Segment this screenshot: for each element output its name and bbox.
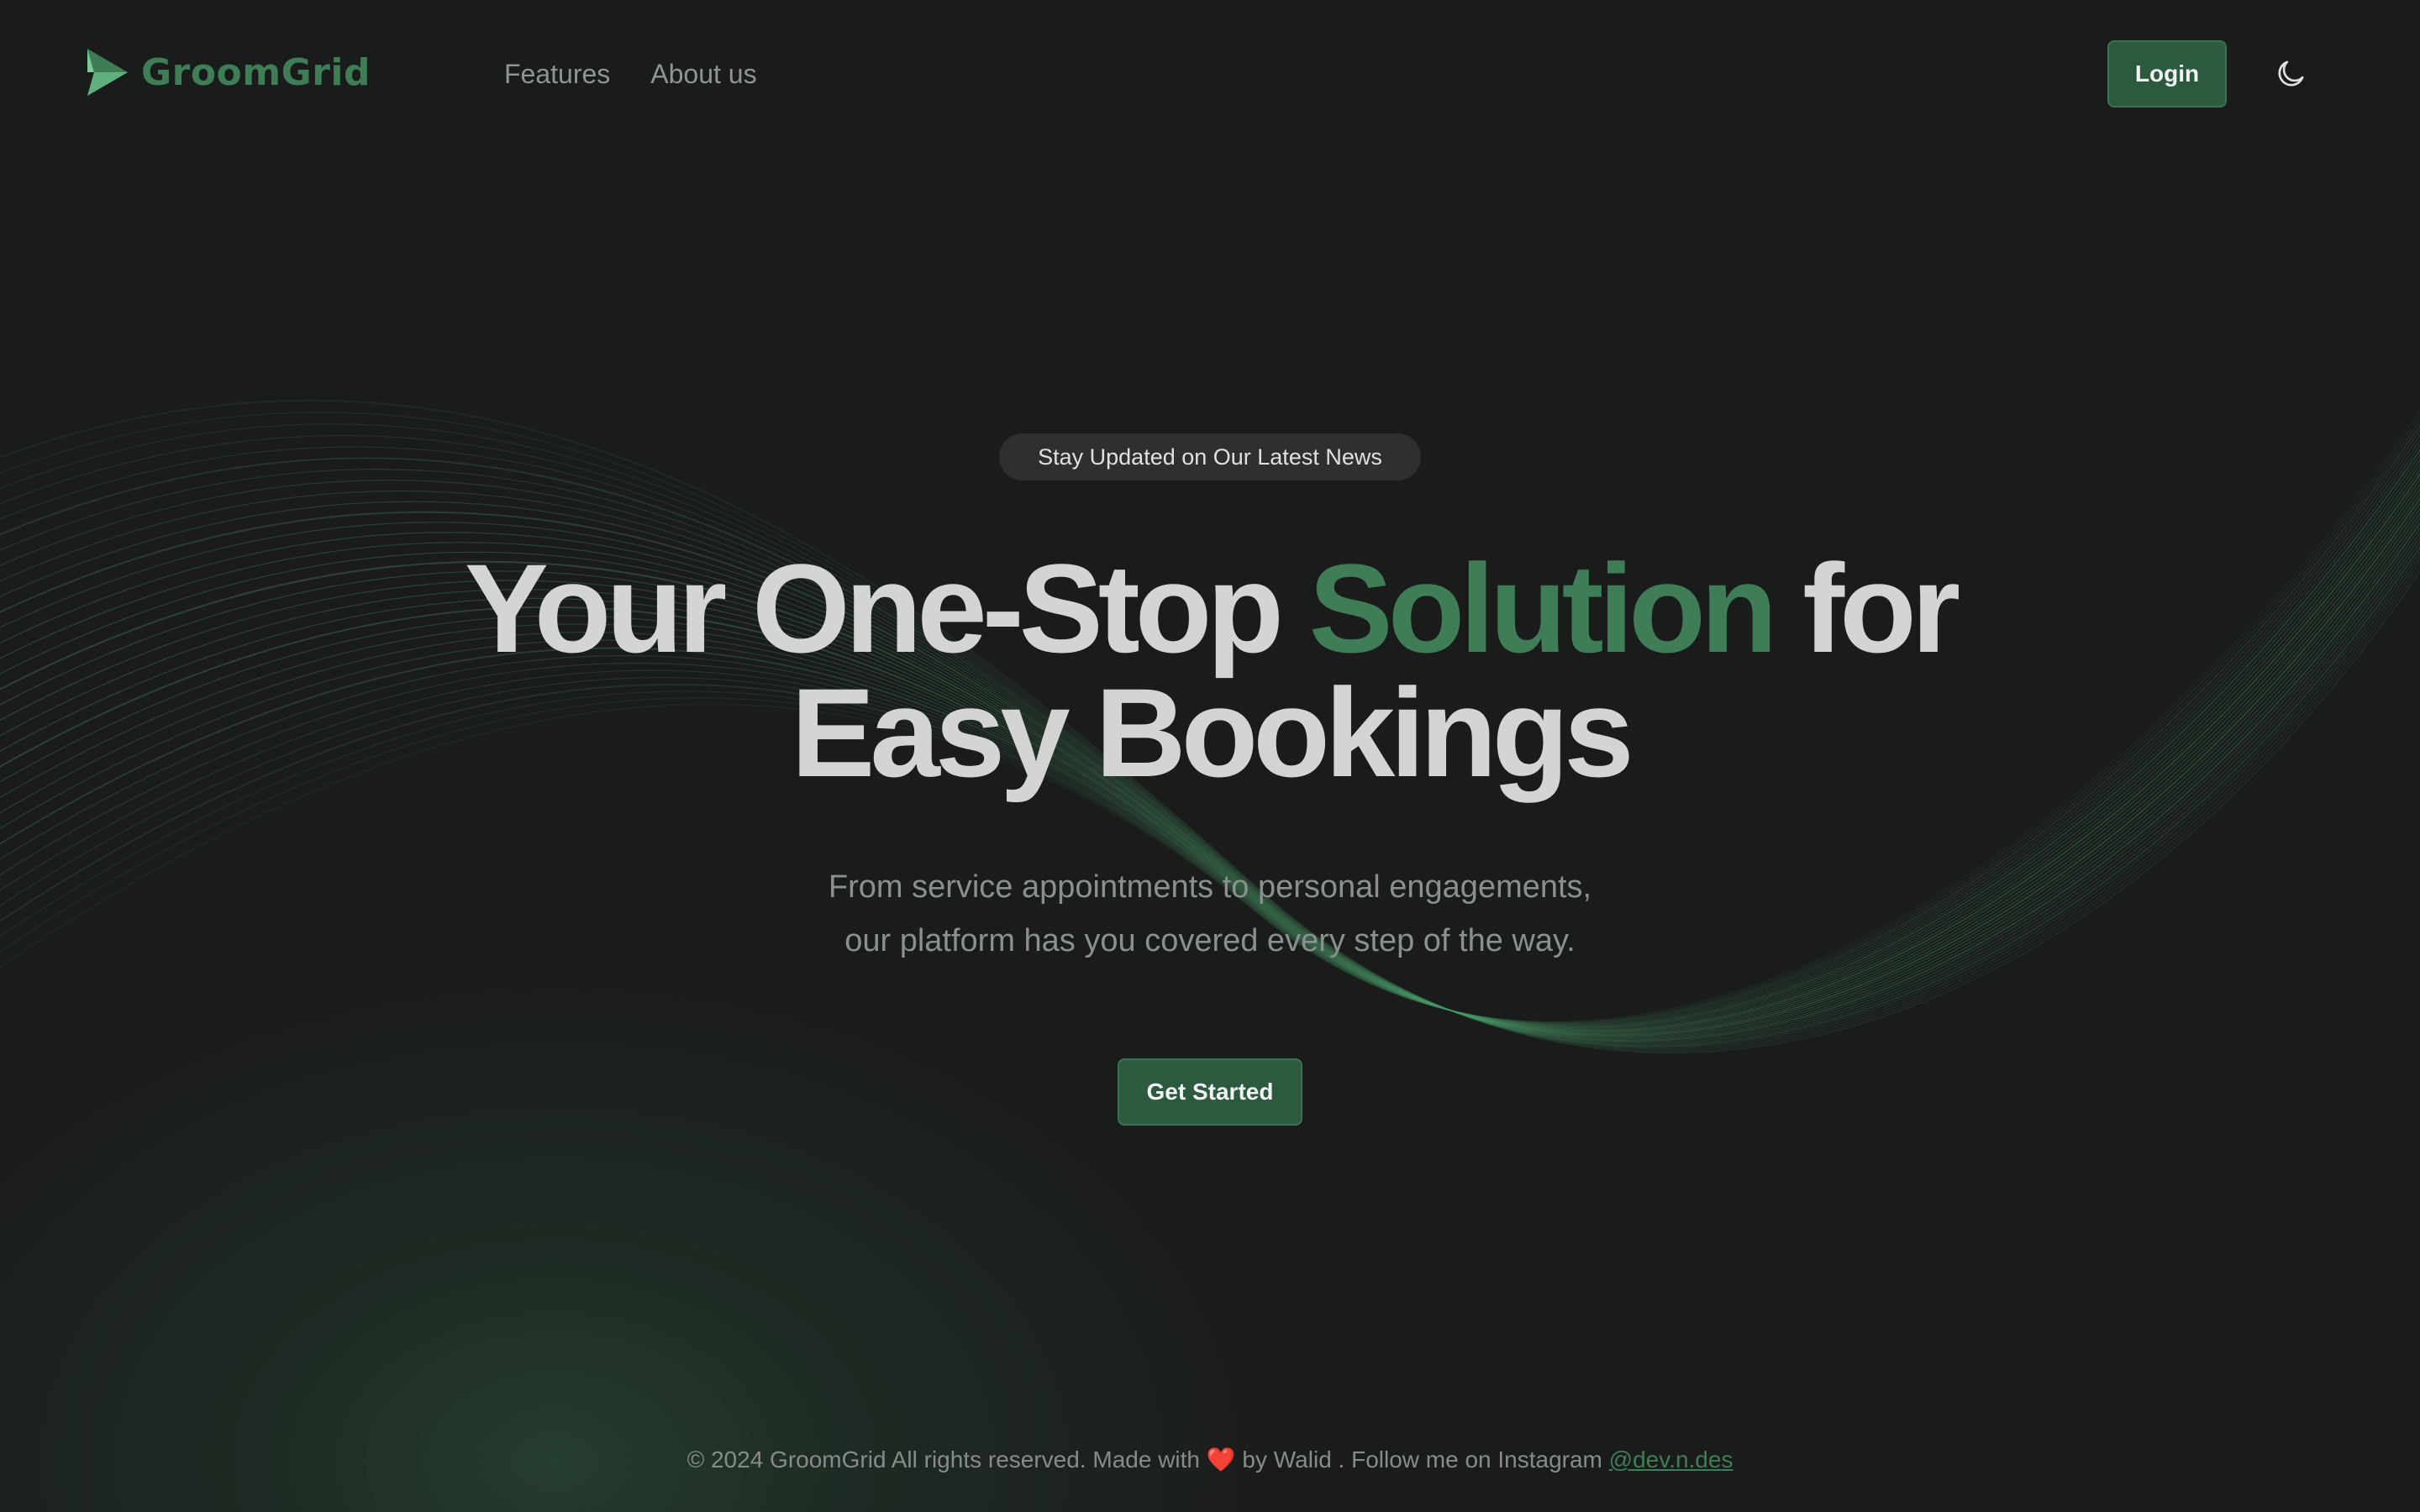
site-header: GroomGrid Features About us Login	[0, 0, 2420, 148]
moon-icon	[2278, 60, 2304, 87]
site-footer: © 2024 GroomGrid All rights reserved. Ma…	[0, 1441, 2420, 1478]
subtitle-line-1: From service appointments to personal en…	[828, 869, 1592, 905]
main-nav: Features About us	[504, 55, 757, 92]
brand-logo[interactable]: GroomGrid	[84, 45, 371, 99]
headline-part-1: Your One-Stop	[464, 538, 1309, 679]
theme-toggle-button[interactable]	[2270, 54, 2311, 94]
nav-link-features[interactable]: Features	[504, 55, 610, 92]
subtitle-line-2: our platform has you covered every step …	[844, 923, 1576, 958]
news-badge[interactable]: Stay Updated on Our Latest News	[999, 433, 1421, 480]
brand-name: GroomGrid	[141, 50, 371, 94]
hero-subtitle: From service appointments to personal en…	[706, 860, 1714, 968]
news-badge-label: Stay Updated on Our Latest News	[1038, 444, 1382, 470]
play-logo-icon	[87, 49, 128, 96]
headline-line-2: Easy Bookings	[791, 662, 1634, 803]
instagram-link[interactable]: @dev.n.des	[1609, 1446, 1733, 1473]
headline-part-2: for	[1772, 538, 1960, 679]
footer-credit: by Walid . Follow me on Instagram	[1235, 1446, 1609, 1473]
footer-copyright: © 2024 GroomGrid All rights reserved. Ma…	[687, 1446, 1207, 1473]
hero-headline: Your One-Stop Solution for Easy Bookings	[370, 545, 2050, 795]
heart-icon: ❤️	[1206, 1446, 1236, 1473]
login-button[interactable]: Login	[2107, 40, 2227, 108]
landing-page: GroomGrid Features About us Login Stay U…	[0, 0, 2420, 1512]
get-started-button[interactable]: Get Started	[1118, 1058, 1302, 1126]
headline-accent-word: Solution	[1308, 538, 1778, 679]
nav-link-about-us[interactable]: About us	[650, 55, 756, 92]
